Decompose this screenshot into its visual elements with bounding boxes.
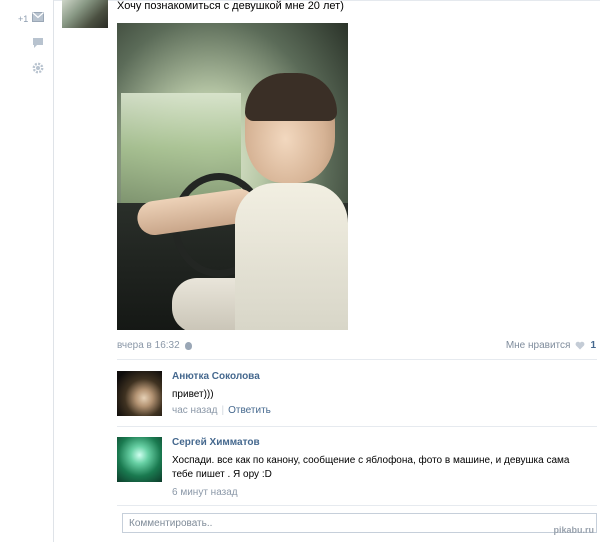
post-actions: +1 (18, 10, 52, 76)
like-label: Мне нравится (505, 340, 571, 351)
comment-text: привет))) (172, 389, 214, 400)
comment-author[interactable]: Сергей Химматов (172, 437, 260, 448)
divider (117, 505, 597, 506)
settings-action[interactable] (22, 54, 52, 76)
watermark: pikabu.ru (553, 525, 594, 535)
comment-text: Хоспади. все как по канону, сообщение с … (172, 455, 570, 480)
author-avatar[interactable] (62, 0, 108, 28)
comment-meta: час назад | Ответить (172, 405, 271, 416)
comment-author[interactable]: Анютка Соколова (172, 371, 260, 382)
like-count: 1 (590, 340, 596, 351)
comment-icon (33, 38, 43, 48)
gear-icon (32, 62, 44, 74)
left-column (0, 0, 53, 542)
post-time[interactable]: вчера в 16:32 (117, 340, 180, 351)
post-meta: вчера в 16:32 (117, 340, 192, 351)
reply-link[interactable]: Ответить (228, 405, 271, 416)
photo-hair (245, 73, 337, 121)
apple-icon (184, 341, 192, 350)
comment-avatar[interactable] (117, 437, 162, 482)
divider (117, 359, 597, 360)
share-action[interactable]: +1 (18, 10, 52, 32)
comment-time[interactable]: час назад (172, 405, 218, 416)
divider (117, 426, 597, 427)
share-count: +1 (18, 14, 29, 24)
comment-action[interactable] (22, 32, 52, 54)
comment-avatar[interactable] (117, 371, 162, 416)
envelope-icon (32, 12, 44, 22)
photo-body (235, 183, 348, 330)
like-button[interactable]: Мне нравится 1 (506, 340, 596, 351)
comment-meta: 6 минут назад (172, 487, 238, 498)
post-photo[interactable] (117, 23, 348, 330)
heart-icon (576, 341, 585, 350)
comment-input[interactable] (123, 514, 600, 532)
comment-box (122, 513, 600, 533)
post-text: Хочу познакомиться с девушкой мне 20 лет… (117, 0, 344, 12)
comment-time[interactable]: 6 минут назад (172, 487, 238, 498)
column-divider (53, 0, 54, 542)
